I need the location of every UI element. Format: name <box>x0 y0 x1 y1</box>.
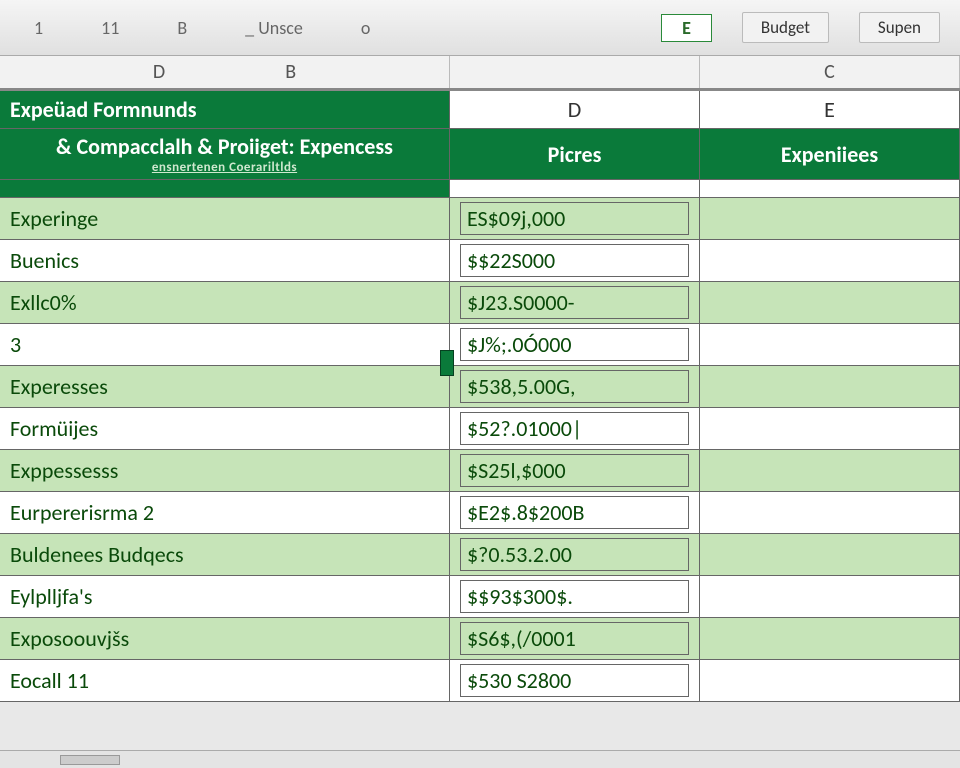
row-label[interactable]: Experinge <box>0 198 450 240</box>
row-empty[interactable] <box>700 492 960 534</box>
title-banner-2: & Compacclalh & Proiiget: Expencess ensn… <box>0 129 450 180</box>
ref-3: B <box>163 15 201 41</box>
column-head-expeniiees[interactable]: Expeniiees <box>700 129 960 180</box>
outer-col-c[interactable]: C <box>700 56 960 88</box>
row-label[interactable]: 3 <box>0 324 450 366</box>
horizontal-scrollbar[interactable] <box>0 750 960 768</box>
outer-col-d[interactable]: D B <box>0 56 450 88</box>
row-value[interactable]: $530 S2800 <box>450 660 700 702</box>
row-label[interactable]: Formüijes <box>0 408 450 450</box>
inner-col-e[interactable]: E <box>700 91 960 129</box>
row-empty[interactable] <box>700 450 960 492</box>
spreadsheet-grid[interactable]: Expeüad Formnunds D E & Compacclalh & Pr… <box>0 90 960 702</box>
ref-1: 1 <box>20 15 57 41</box>
row-label[interactable]: Eylplljfa's <box>0 576 450 618</box>
row-label[interactable]: Exposoouvjšs <box>0 618 450 660</box>
outer-column-headers: D B C <box>0 56 960 90</box>
row-empty[interactable] <box>700 534 960 576</box>
row-label[interactable]: Buldenees Budqecs <box>0 534 450 576</box>
active-cell-cursor <box>440 350 454 376</box>
separator-row <box>0 180 450 198</box>
row-empty[interactable] <box>700 282 960 324</box>
row-label[interactable]: Eurpererisrma 2 <box>0 492 450 534</box>
row-value[interactable]: $J%;.0Ó000 <box>450 324 700 366</box>
row-empty[interactable] <box>700 576 960 618</box>
row-empty[interactable] <box>700 366 960 408</box>
row-empty[interactable] <box>700 324 960 366</box>
row-label[interactable]: Experesses <box>0 366 450 408</box>
row-value[interactable]: $$93$300$. <box>450 576 700 618</box>
row-value[interactable]: $J23.S0000- <box>450 282 700 324</box>
row-empty[interactable] <box>700 240 960 282</box>
budget-button[interactable]: Budget <box>742 12 829 43</box>
cell-ref-boxed[interactable]: E <box>661 14 712 42</box>
row-value[interactable]: $$22S000 <box>450 240 700 282</box>
supen-button[interactable]: Supen <box>859 12 940 43</box>
row-value[interactable]: $538,5.00G, <box>450 366 700 408</box>
ref-5: o <box>347 15 385 41</box>
row-value[interactable]: $S6$,(/0001 <box>450 618 700 660</box>
row-value[interactable]: $E2$.8$200B <box>450 492 700 534</box>
title-banner-1: Expeüad Formnunds <box>0 91 450 129</box>
row-label[interactable]: Buenics <box>0 240 450 282</box>
ref-4: _ Unsce <box>231 15 317 41</box>
scrollbar-thumb[interactable] <box>60 755 120 765</box>
row-empty[interactable] <box>700 408 960 450</box>
row-empty[interactable] <box>700 198 960 240</box>
row-empty[interactable] <box>700 618 960 660</box>
row-label[interactable]: Exppessesss <box>0 450 450 492</box>
formula-bar-area: 1 11 B _ Unsce o E Budget Supen <box>0 0 960 56</box>
column-head-picres[interactable]: Picres <box>450 129 700 180</box>
row-empty[interactable] <box>700 660 960 702</box>
row-label[interactable]: Exllc0% <box>0 282 450 324</box>
row-value[interactable]: ES$09j,000 <box>450 198 700 240</box>
row-label[interactable]: Eocall 11 <box>0 660 450 702</box>
inner-col-d[interactable]: D <box>450 91 700 129</box>
ref-2: 11 <box>87 15 133 41</box>
row-value[interactable]: $52?.01000| <box>450 408 700 450</box>
row-value[interactable]: $?0.53.2.00 <box>450 534 700 576</box>
row-value[interactable]: $S25l,$000 <box>450 450 700 492</box>
